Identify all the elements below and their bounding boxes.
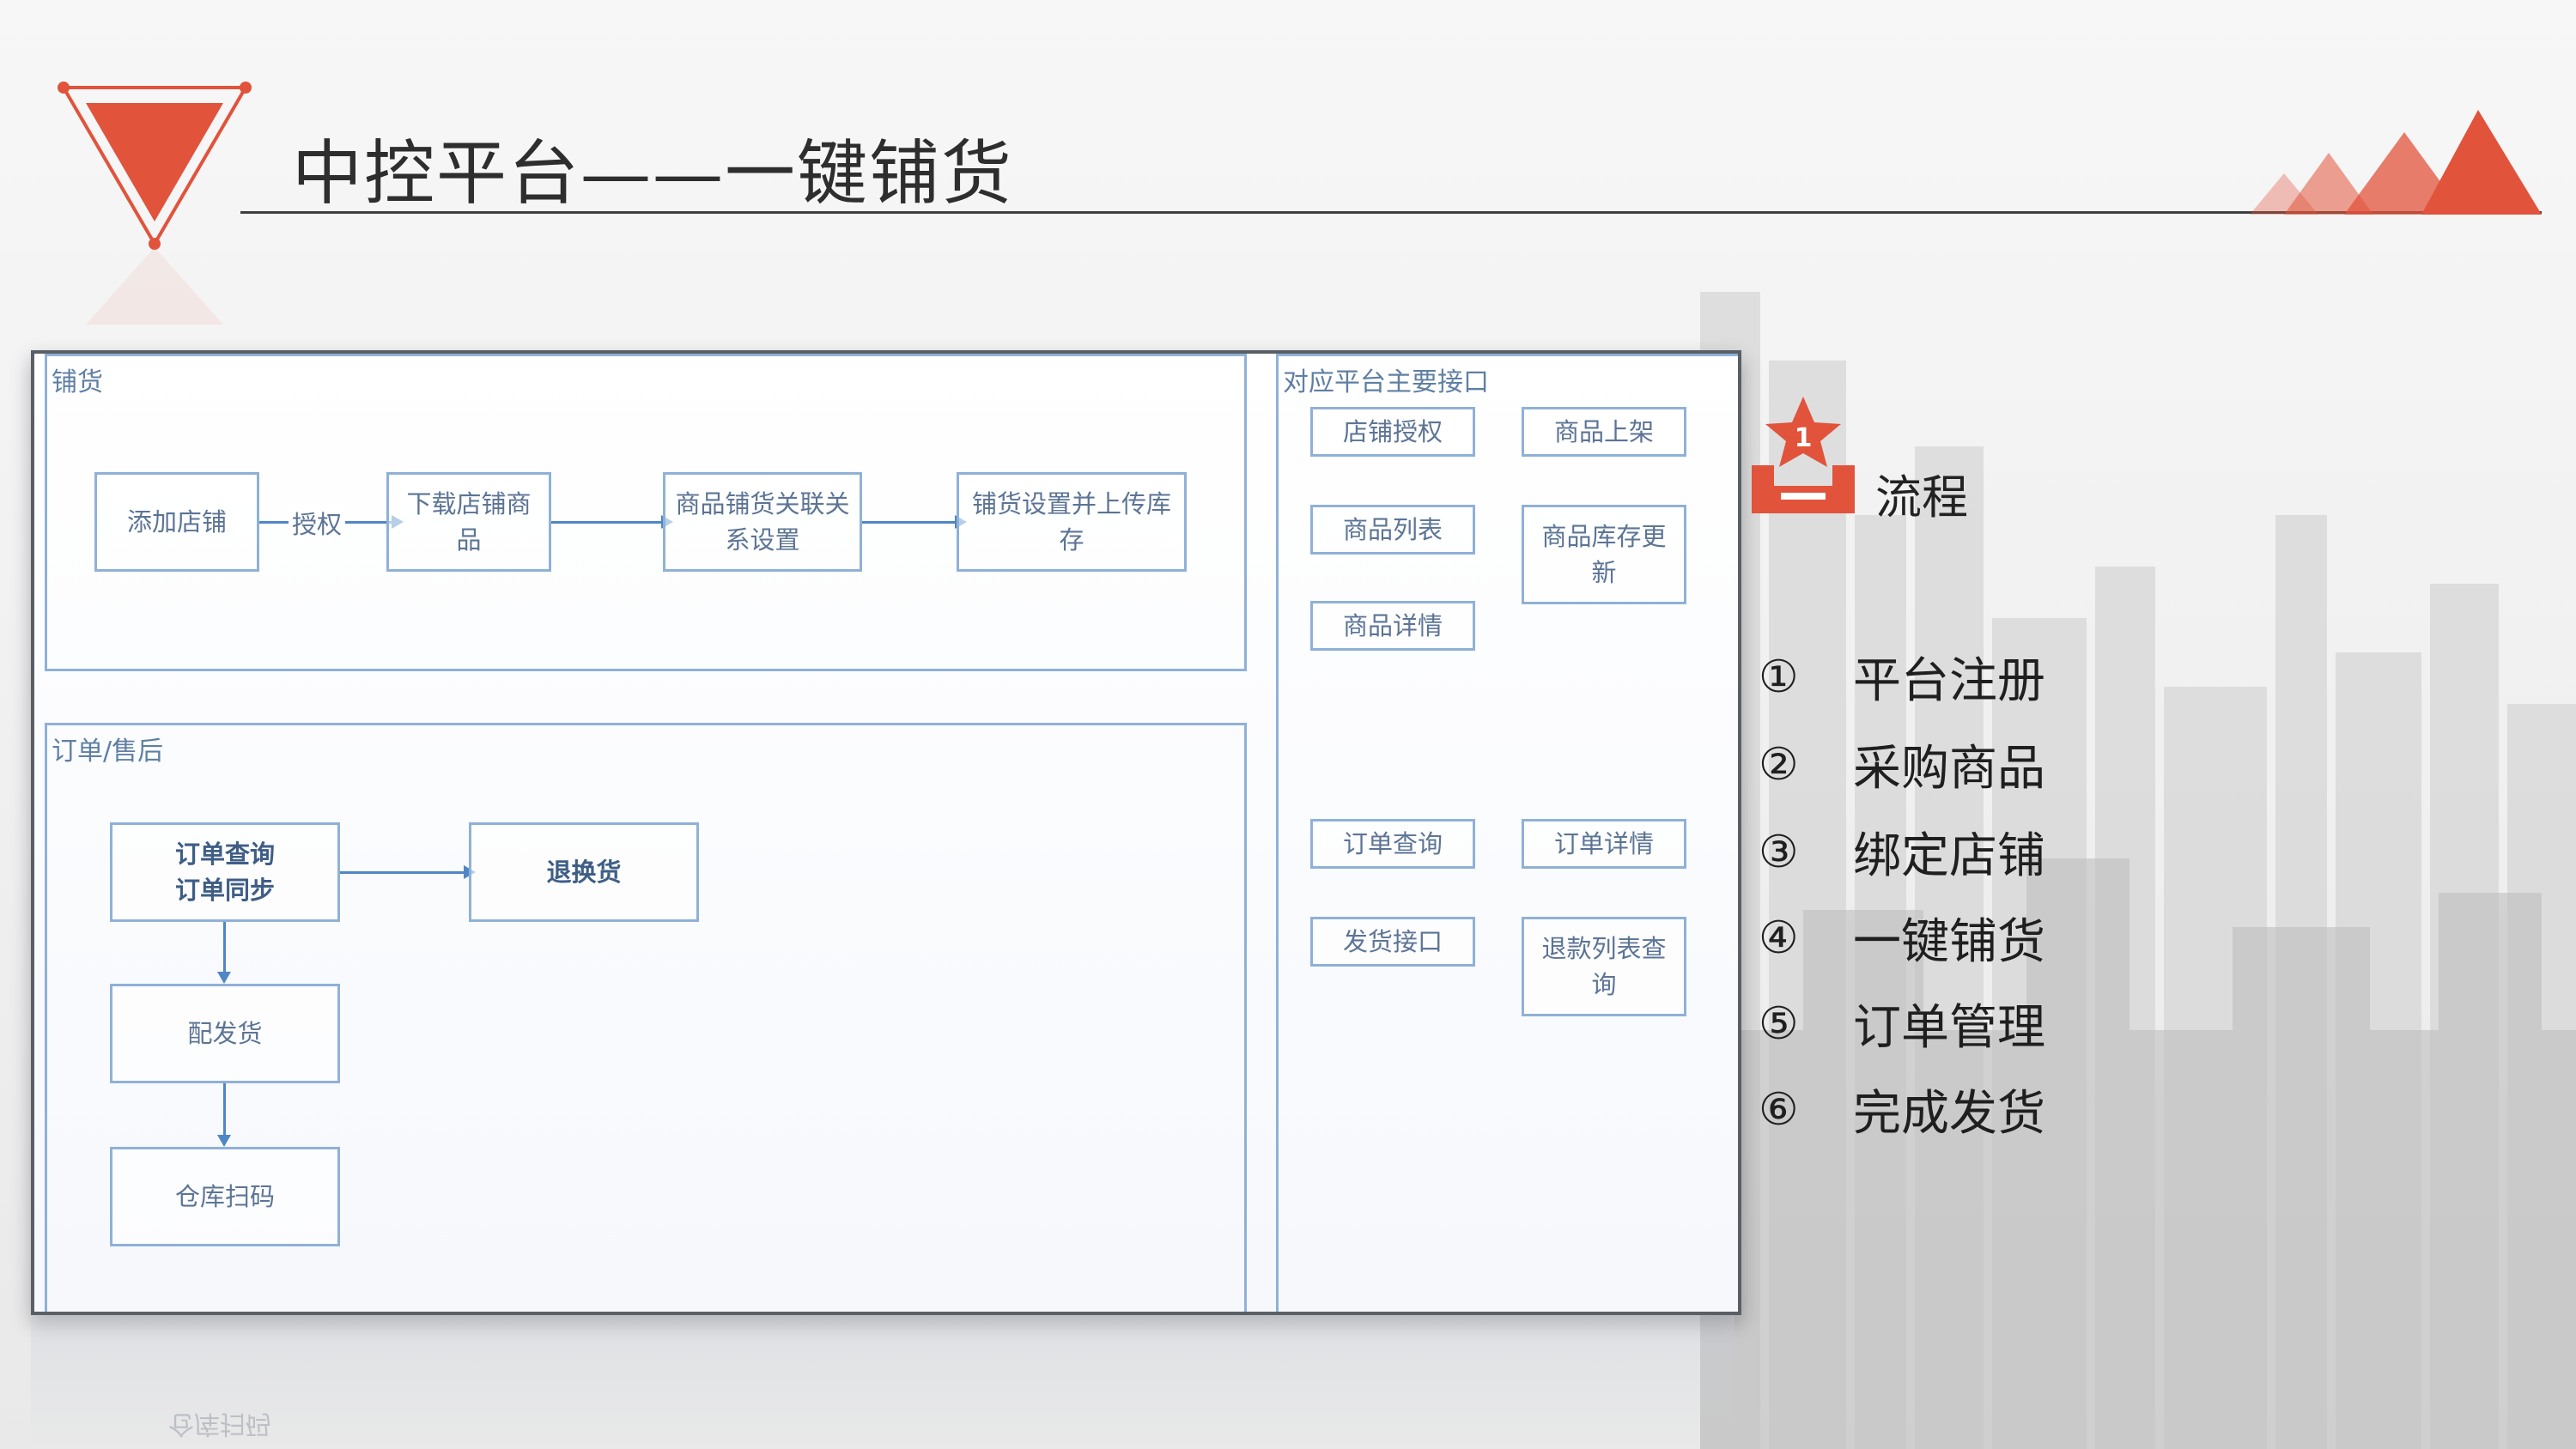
process-step: ⑥ 完成发货 [1759,1075,2045,1144]
step-number: ⑤ [1759,997,1799,1050]
node-return-exchange: 退换货 [469,822,699,922]
api-refund-list-query: 退款列表查询 [1522,917,1686,1016]
arrow-order-to-return [340,865,476,879]
node-upload-stock: 铺货设置并上传库存 [957,472,1187,572]
process-step: ② 采购商品 [1759,730,2045,799]
node-add-shop: 添加店铺 [94,472,259,572]
node-allocate-ship: 配发货 [110,984,340,1083]
api-ship: 发货接口 [1310,917,1475,967]
step-number: ① [1759,651,1799,703]
flow-diagram-screenshot: 铺货 添加店铺 授权 下载店铺商品 商品铺货关联关系设置 铺货设置并上传库存 订… [31,350,1741,1315]
arrow-relation-to-upload [862,515,967,529]
api-goods-detail: 商品详情 [1310,601,1475,651]
api-goods-up: 商品上架 [1522,407,1686,457]
step-label: 采购商品 [1853,741,2045,797]
edge-label-authorize: 授权 [289,505,346,541]
triangle-logo-icon [58,82,252,324]
step-number: ② [1759,738,1799,791]
step-label: 订单管理 [1853,1000,2045,1056]
process-step: ⑤ 订单管理 [1759,989,2045,1058]
api-order-query: 订单查询 [1310,819,1475,869]
process-step: ④ 一键铺货 [1759,903,2045,973]
step-label: 平台注册 [1853,653,2045,709]
lane-order-aftersale-label: 订单/售后 [52,737,164,767]
title-underline [240,211,2542,214]
page-title: 中控平台——一键铺货 [292,133,1014,215]
step-number: ③ [1759,826,1799,878]
api-stock-update: 商品库存更新 [1522,505,1686,604]
badge-number: 1 [1795,423,1813,453]
process-step: ③ 绑定店铺 [1759,817,2045,887]
node-goods-relation-setting: 商品铺货关联关系设置 [663,472,862,572]
step-number: ⑥ [1759,1083,1799,1136]
arrow-ship-to-scan [217,1083,231,1147]
lane-pu-huo-label: 铺货 [52,367,103,397]
node-warehouse-scan: 仓库扫码 [110,1147,340,1246]
ranked-star-tray-icon: 1 [1752,397,1855,513]
step-number: ④ [1759,912,1799,964]
step-label: 绑定店铺 [1853,828,2045,884]
api-shop-auth: 店铺授权 [1310,407,1475,457]
arrow-download-to-relation [551,515,673,529]
process-step: ① 平台注册 [1759,642,2045,712]
api-order-detail: 订单详情 [1522,819,1686,869]
node-order-query-sync: 订单查询 订单同步 [110,822,340,922]
lane-platform-apis-label: 对应平台主要接口 [1283,367,1489,397]
process-title: 流程 [1875,470,1968,524]
screenshot-reflection [31,1315,1735,1449]
reflection-warehouse-scan: 仓库扫码 [168,1409,271,1439]
arrow-order-to-ship [217,922,231,984]
mountain-peaks-icon [2250,110,2542,215]
step-label: 一键铺货 [1853,914,2045,970]
node-download-shop-goods: 下载店铺商品 [386,472,551,572]
api-goods-list: 商品列表 [1310,505,1475,555]
step-label: 完成发货 [1853,1086,2045,1142]
